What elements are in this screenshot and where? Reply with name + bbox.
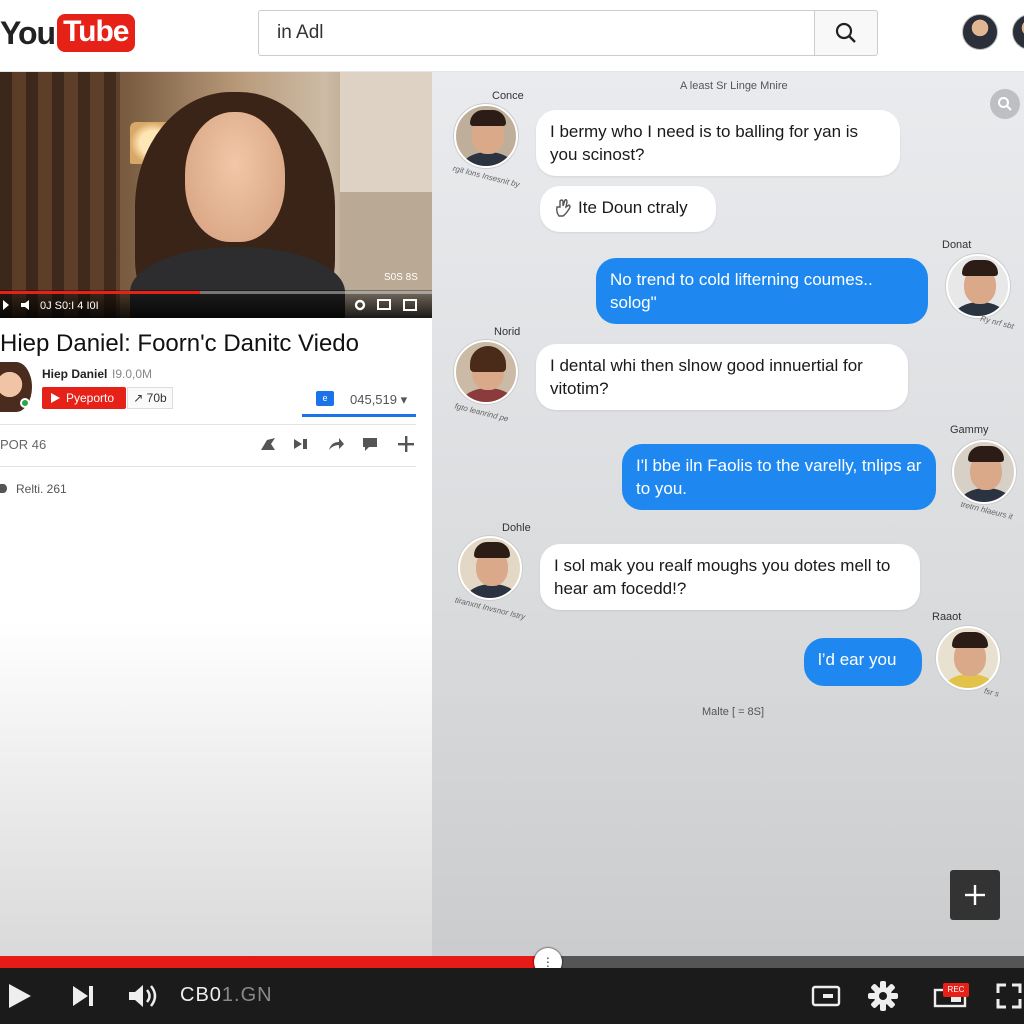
youtube-logo[interactable]: You Tube — [0, 12, 135, 54]
account-avatar[interactable] — [962, 14, 998, 50]
avatar[interactable] — [946, 254, 1010, 318]
online-indicator — [20, 398, 30, 408]
channel-name[interactable]: Hiep Daniel — [42, 367, 107, 381]
video-settings-icons[interactable] — [354, 298, 428, 312]
avatar-hair — [474, 542, 510, 558]
add-button[interactable] — [950, 870, 1000, 920]
logo-tube-text: Tube — [57, 14, 135, 52]
video-play-icon[interactable] — [3, 298, 33, 312]
avatar-shirt — [462, 152, 514, 166]
top-header: You Tube in Adl — [0, 0, 1024, 72]
avatar[interactable] — [454, 340, 518, 404]
play-button[interactable] — [4, 978, 34, 1014]
related-label[interactable]: Relti. 261 — [16, 482, 67, 496]
sender-name: Dohle — [502, 522, 531, 534]
message-text: Ite Doun ctraly — [578, 198, 688, 217]
plus-icon — [965, 885, 985, 905]
search-button[interactable] — [814, 10, 878, 56]
view-count[interactable]: 045,519 ▾ — [350, 392, 407, 408]
sender-name: Gammy — [950, 424, 989, 436]
subtitles-button[interactable] — [810, 978, 842, 1014]
gear-icon — [868, 981, 898, 1011]
message-bubble: No trend to cold lifterning coumes.. sol… — [596, 258, 928, 324]
play-icon — [51, 393, 60, 403]
message-bubble: I bermy who I need is to balling for yan… — [536, 110, 900, 176]
sender-name: Raaot — [932, 611, 962, 623]
volume-icon — [129, 985, 157, 1007]
like-icon[interactable] — [258, 434, 278, 454]
play-icon — [9, 984, 31, 1008]
video-badge: S0S 8S — [384, 272, 418, 283]
avatar-shirt — [462, 388, 514, 402]
add-icon[interactable] — [396, 434, 416, 454]
handwritten-note: fsr s — [983, 686, 1000, 699]
secondary-avatar[interactable] — [1012, 14, 1024, 50]
for-label: POR 46 — [0, 437, 47, 452]
message-bubble: I'l bbe iln Faolis to the varelly, tnlip… — [622, 444, 936, 510]
subtitles-icon — [811, 985, 841, 1007]
video-curtain — [0, 72, 120, 318]
next-icon[interactable] — [291, 434, 311, 454]
related-dot-icon — [0, 484, 7, 493]
views-underline — [302, 414, 416, 417]
fullscreen-icon — [996, 983, 1022, 1009]
presenter-face — [185, 112, 285, 242]
seek-bar-progress[interactable] — [0, 956, 548, 968]
message-bubble: Ite Doun ctraly — [540, 186, 716, 232]
live-badge: REC — [943, 983, 969, 997]
hand-icon — [556, 199, 571, 217]
video-player[interactable]: 0J S0:I 4 I0I — [0, 72, 432, 318]
channel-subscribers: I9.0,0M — [112, 367, 153, 381]
sender-name: Conce — [492, 90, 524, 102]
chat-search-button[interactable] — [990, 89, 1020, 119]
subscribe-label: Pyeporto — [66, 391, 115, 405]
divider — [0, 466, 416, 467]
share-icon[interactable] — [326, 434, 346, 454]
settings-button[interactable] — [866, 978, 900, 1014]
message-bubble: l’d ear you — [804, 638, 922, 686]
next-button[interactable] — [68, 978, 98, 1014]
time-display: CB01.GN — [180, 984, 273, 1007]
avatar-hair — [952, 632, 988, 648]
video-time: 0J S0:I 4 I0I — [40, 300, 99, 312]
avatar[interactable] — [936, 626, 1000, 690]
sender-name: Norid — [494, 326, 521, 338]
next-icon — [73, 986, 93, 1006]
time-suffix: 1.GN — [221, 984, 273, 1006]
divider — [0, 424, 416, 425]
chat-footer: Malte [ = 8S] — [702, 706, 765, 718]
chat-panel: A least Sr Linge Mnire Conce rgit lons I… — [432, 72, 1024, 956]
video-progress-track[interactable] — [200, 291, 432, 294]
avatar-hair — [470, 346, 506, 372]
sender-name: Donat — [942, 239, 972, 251]
avatar[interactable] — [454, 104, 518, 168]
video-progress[interactable] — [0, 291, 200, 294]
subscribe-button[interactable]: Pyeporto — [42, 387, 126, 409]
youtube-page: You Tube in Adl 0J S0:I 4 I0I S0S 8S Hie… — [0, 0, 1024, 1024]
handwritten-note: Ry nrf sbt — [979, 313, 1015, 332]
avatar-hair — [470, 110, 506, 126]
time-current: CB0 — [180, 984, 222, 1006]
chat-header: A least Sr Linge Mnire — [680, 80, 788, 92]
handwritten-note: fgto leanrind pe — [453, 401, 510, 424]
volume-button[interactable] — [126, 978, 162, 1014]
search-icon — [835, 22, 856, 43]
fullscreen-button[interactable] — [994, 978, 1024, 1014]
search-input[interactable]: in Adl — [258, 10, 814, 56]
search-icon — [998, 97, 1012, 111]
avatar[interactable] — [952, 440, 1016, 504]
avatar[interactable] — [458, 536, 522, 600]
avatar-hair — [968, 446, 1004, 462]
avatar-shirt — [466, 584, 518, 598]
share-button[interactable]: ↗ 70b — [127, 387, 173, 409]
views-icon: e — [316, 391, 334, 406]
comment-icon[interactable] — [360, 434, 380, 454]
message-bubble: I sol mak you realf moughs you dotes mel… — [540, 544, 920, 610]
video-title: Hiep Daniel: Foorn'c Danitc Viedo — [0, 330, 359, 357]
message-bubble: I dental whi then slnow good innuertial … — [536, 344, 908, 410]
left-panel-background — [0, 620, 432, 956]
logo-you-text: You — [0, 14, 56, 51]
avatar-hair — [962, 260, 998, 276]
